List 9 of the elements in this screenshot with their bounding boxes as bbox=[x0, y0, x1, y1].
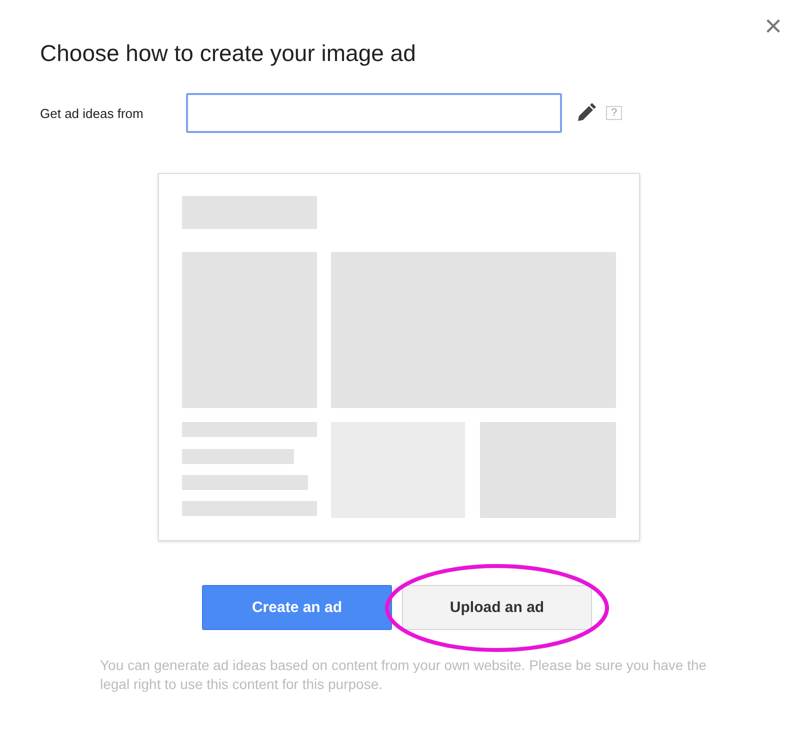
help-icon[interactable]: ? bbox=[606, 106, 622, 120]
pencil-icon[interactable] bbox=[576, 103, 596, 123]
disclaimer-text: You can generate ad ideas based on content from your own website. Please be sure you have the legal right to use this content for this purpose. bbox=[100, 656, 708, 694]
action-button[interactable]: Create an ad bbox=[202, 585, 392, 630]
action-button[interactable]: Upload an ad bbox=[402, 585, 592, 630]
input-field[interactable] bbox=[186, 93, 562, 133]
close-button[interactable]: × bbox=[760, 12, 786, 42]
dialog-title: Choose how to create your image ad bbox=[40, 40, 417, 67]
field-label: Get ad ideas from bbox=[40, 106, 144, 120]
